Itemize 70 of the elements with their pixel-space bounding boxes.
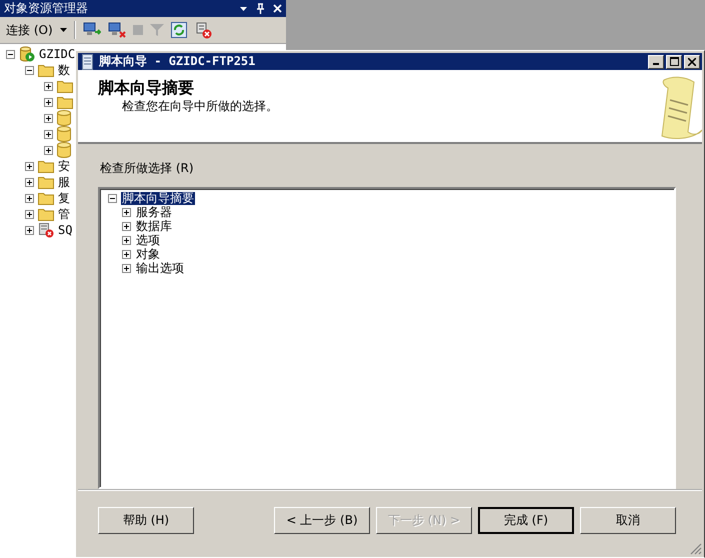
server-icon [19, 46, 35, 62]
expand-icon[interactable] [122, 236, 131, 244]
maximize-icon [670, 57, 678, 66]
summary-tree[interactable]: 脚本向导摘要 服务器 数据库 选项 对象 输出选项 [98, 187, 676, 489]
database-icon [57, 142, 71, 158]
minimize-icon [653, 63, 659, 65]
collapse-icon[interactable] [6, 50, 15, 58]
folder-icon [38, 207, 54, 221]
expand-icon[interactable] [44, 82, 53, 90]
review-label: 检查所做选择 (R) [100, 160, 194, 177]
tree-node[interactable]: 数 [58, 62, 70, 78]
expand-icon[interactable] [44, 146, 53, 154]
tree-node[interactable]: 服 [58, 174, 70, 190]
expand-icon[interactable] [25, 194, 34, 202]
tree-node[interactable]: 数据库 [135, 220, 173, 232]
tree-node[interactable]: SQ [58, 223, 72, 237]
expand-icon[interactable] [122, 264, 131, 272]
resize-grip-icon[interactable] [690, 543, 702, 555]
tree-node[interactable]: 复 [58, 190, 70, 206]
page-description: 检查您在向导中所做的选择。 [121, 98, 278, 115]
close-icon [688, 58, 696, 66]
expand-icon[interactable] [122, 208, 131, 216]
expand-icon[interactable] [25, 178, 34, 186]
expand-icon[interactable] [25, 162, 34, 170]
expand-icon[interactable] [122, 222, 131, 230]
folder-icon [57, 79, 73, 93]
connect-button[interactable]: 连接 (O) [6, 22, 53, 38]
tree-node[interactable]: 输出选项 [135, 262, 185, 274]
database-icon [57, 110, 71, 126]
maximize-button[interactable] [666, 54, 682, 68]
expand-icon[interactable] [44, 98, 53, 106]
tree-node[interactable]: 选项 [135, 234, 161, 246]
close-button[interactable] [684, 54, 700, 68]
wizard-button[interactable]: < 上一步 (B) [274, 506, 370, 534]
tree-node[interactable]: 管 [58, 206, 70, 222]
tree-node[interactable]: GZIDC [39, 47, 76, 61]
help-button[interactable]: 帮助 (H) [98, 506, 194, 534]
agent-icon [38, 222, 54, 238]
panel-title: 对象资源管理器 [4, 0, 89, 17]
tree-node[interactable]: 脚本向导摘要 [121, 192, 195, 204]
tree-node[interactable]: 对象 [135, 248, 161, 260]
collapse-icon[interactable] [25, 66, 34, 74]
folder-icon [38, 175, 54, 189]
minimize-button[interactable] [648, 54, 664, 68]
tree-node[interactable]: 服务器 [135, 206, 173, 218]
tree-node[interactable]: 安 [58, 158, 70, 174]
close-icon[interactable] [273, 4, 282, 13]
expand-icon[interactable] [122, 250, 131, 258]
expand-icon[interactable] [44, 114, 53, 122]
folder-icon [38, 63, 54, 77]
document-icon [82, 54, 93, 70]
dialog-title: 脚本向导 - GZIDC-FTP251 [99, 53, 256, 70]
refresh-icon[interactable] [170, 22, 187, 38]
page-heading: 脚本向导摘要 [98, 78, 194, 99]
wizard-button[interactable]: 取消 [580, 506, 676, 534]
collapse-icon[interactable] [108, 194, 117, 202]
script-cancel-icon[interactable] [194, 21, 212, 39]
server-disconnect-icon[interactable] [108, 22, 126, 38]
expand-icon[interactable] [25, 210, 34, 218]
folder-icon [57, 95, 73, 109]
wizard-button[interactable]: 完成 (F) [478, 506, 574, 534]
server-connect-icon[interactable] [82, 22, 101, 38]
database-icon [57, 126, 71, 142]
folder-icon [38, 159, 54, 173]
folder-icon [38, 191, 54, 205]
pin-icon[interactable] [256, 3, 265, 14]
dropdown-icon[interactable] [239, 4, 248, 13]
caret-icon[interactable] [60, 28, 67, 32]
expand-icon[interactable] [44, 130, 53, 138]
expand-icon[interactable] [25, 226, 34, 234]
